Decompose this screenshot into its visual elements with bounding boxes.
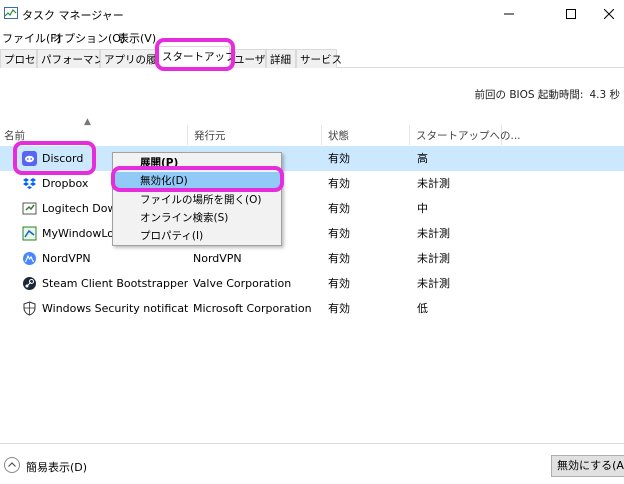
row-impact: 高 xyxy=(417,152,428,165)
row-impact: 中 xyxy=(417,202,428,215)
row-status: 有効 xyxy=(328,227,350,240)
row-name: Logitech Download Assistant xyxy=(42,202,112,215)
nordvpn-icon xyxy=(22,251,37,266)
close-icon xyxy=(604,9,614,19)
fewer-details-link[interactable]: 簡易表示(D) xyxy=(26,459,87,475)
title-bar: タスク マネージャー xyxy=(0,0,624,28)
table-row[interactable]: MyWindowLogger 有効 未計測 xyxy=(0,221,624,246)
app-icon xyxy=(22,226,37,241)
row-name: Windows Security notificatio... xyxy=(42,302,188,315)
maximize-icon xyxy=(566,9,576,19)
row-status: 有効 xyxy=(328,152,350,165)
row-impact: 未計測 xyxy=(417,227,450,240)
table-row[interactable]: NordVPN NordVPN 有効 未計測 xyxy=(0,246,624,271)
menu-view[interactable]: 表示(V) xyxy=(118,30,156,46)
row-publisher: NordVPN xyxy=(193,252,242,265)
context-disable[interactable]: 無効化(D) xyxy=(113,172,281,190)
column-header-startup-impact[interactable]: スタートアップへの... xyxy=(412,125,521,145)
column-header-status[interactable]: 状態 xyxy=(324,125,410,145)
row-status: 有効 xyxy=(328,302,350,315)
row-status: 有効 xyxy=(328,252,350,265)
row-name: NordVPN xyxy=(42,252,91,265)
task-manager-icon xyxy=(4,7,18,19)
tab-app-history[interactable]: アプリの履歴 xyxy=(100,49,167,68)
bios-value: 4.3 秒 xyxy=(589,89,620,101)
tab-performance[interactable]: パフォーマンス xyxy=(37,49,114,68)
row-status: 有効 xyxy=(328,202,350,215)
disable-button[interactable]: 無効にする(A) xyxy=(551,455,624,477)
window-title: タスク マネージャー xyxy=(22,9,124,22)
context-menu: 展開(P) 無効化(D) ファイルの場所を開く(O) オンライン検索(S) プロ… xyxy=(112,152,282,246)
context-open-file-location[interactable]: ファイルの場所を開く(O) xyxy=(113,191,281,209)
row-impact: 未計測 xyxy=(417,177,450,190)
row-name: Steam Client Bootstrapper xyxy=(42,277,188,290)
row-impact: 未計測 xyxy=(417,277,450,290)
table-row[interactable]: Logitech Download Assistant 有効 中 xyxy=(0,196,624,221)
row-status: 有効 xyxy=(328,177,350,190)
table-row[interactable]: Windows Security notificatio... Microsof… xyxy=(0,296,624,321)
bios-label: 前回の BIOS 起動時間: xyxy=(474,89,584,101)
tab-startup[interactable]: スタートアップ xyxy=(158,46,236,68)
row-status: 有効 xyxy=(328,277,350,290)
column-header-publisher[interactable]: 発行元 xyxy=(190,125,322,145)
collapse-chevron-icon[interactable] xyxy=(4,457,20,473)
table-row[interactable]: Steam Client Bootstrapper Valve Corporat… xyxy=(0,271,624,296)
row-publisher: Microsoft Corporation xyxy=(193,302,312,315)
dropbox-icon xyxy=(22,176,37,191)
tab-strip: プロセス パフォーマンス アプリの履歴 スタートアップ ユーザー 詳細 サービス xyxy=(0,46,624,68)
row-publisher: Valve Corporation xyxy=(193,277,292,290)
row-name: MyWindowLogger xyxy=(42,227,112,240)
maximize-button[interactable] xyxy=(548,0,594,28)
tab-processes[interactable]: プロセス xyxy=(0,49,46,68)
menu-options[interactable]: オプション(O) xyxy=(53,30,125,46)
logitech-icon xyxy=(22,201,37,216)
row-impact: 低 xyxy=(417,302,428,315)
shield-icon xyxy=(22,301,37,316)
steam-icon xyxy=(22,276,37,291)
context-properties[interactable]: プロパティ(I) xyxy=(113,227,281,245)
close-button[interactable] xyxy=(594,0,624,28)
table-row[interactable]: Discord 有効 高 xyxy=(0,146,624,171)
table-row[interactable]: Dropbox 有効 未計測 xyxy=(0,171,624,196)
menu-bar: ファイル(F) オプション(O) 表示(V) xyxy=(0,28,624,46)
minimize-button[interactable] xyxy=(486,0,532,28)
row-impact: 未計測 xyxy=(417,252,450,265)
bios-time: 前回の BIOS 起動時間: 4.3 秒 xyxy=(475,87,621,102)
context-search-online[interactable]: オンライン検索(S) xyxy=(113,209,281,227)
context-expand[interactable]: 展開(P) xyxy=(113,154,281,172)
footer: 簡易表示(D) 無効にする(A) xyxy=(0,443,624,484)
tab-details[interactable]: 詳細 xyxy=(266,49,296,68)
minimize-icon xyxy=(504,13,514,15)
tab-services[interactable]: サービス xyxy=(296,49,342,68)
column-header-name[interactable]: 名前 xyxy=(0,125,188,145)
discord-icon xyxy=(22,151,37,166)
